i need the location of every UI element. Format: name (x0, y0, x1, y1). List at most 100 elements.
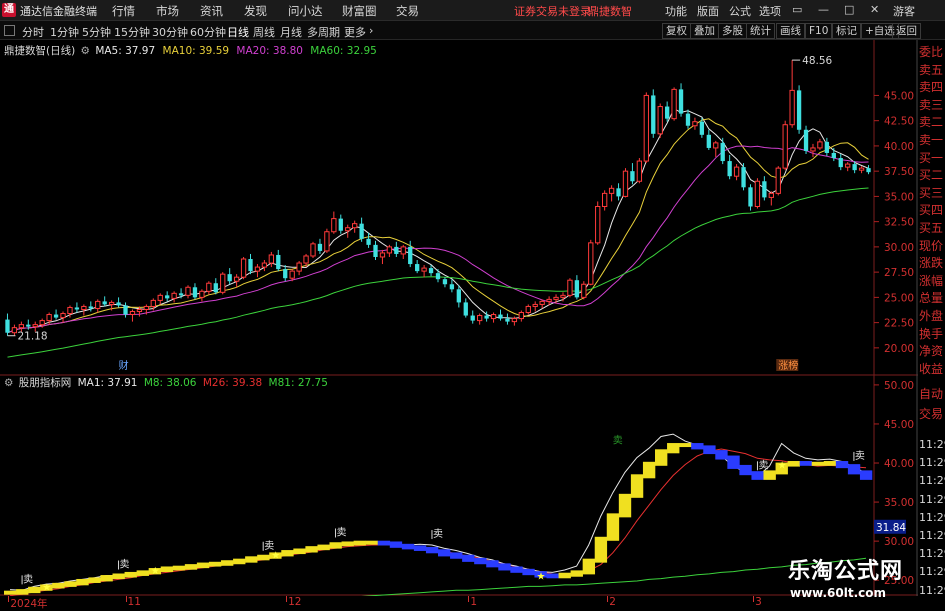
sell-signal[interactable]: 卖 (335, 526, 347, 538)
menu-item-gongshi[interactable]: 公式 (729, 3, 751, 19)
candle[interactable] (352, 220, 358, 233)
candle[interactable] (574, 275, 580, 300)
candle[interactable] (748, 184, 753, 211)
stock-chart[interactable]: 45.00 42.50 40.00 37.50 35.00 32.50 30.00 27.50… (0, 40, 918, 609)
candle[interactable] (331, 211, 337, 234)
sell-signal[interactable]: 卖 (431, 528, 443, 540)
multi-stock-button[interactable]: 多股 (718, 23, 747, 39)
candle[interactable] (240, 256, 247, 280)
sell-signal[interactable]: 卖 (118, 559, 130, 571)
candle[interactable] (199, 289, 205, 302)
back-button[interactable]: 返回 (892, 23, 921, 39)
candle[interactable] (254, 264, 261, 278)
candle[interactable] (53, 309, 59, 320)
candle[interactable] (171, 291, 177, 303)
tab-more[interactable]: 更多 (344, 24, 366, 40)
trade-login-warning[interactable]: 证券交易未登录 (514, 3, 591, 19)
menu-item-jiaoyi[interactable]: 交易 (396, 3, 419, 19)
candle[interactable] (123, 302, 128, 318)
candle[interactable] (95, 299, 101, 313)
candle[interactable] (220, 272, 226, 295)
tab-weekly[interactable]: 周线 (253, 24, 275, 40)
tab-1min[interactable]: 1分钟 (50, 24, 79, 40)
candle[interactable] (622, 168, 629, 198)
candle[interactable] (664, 101, 670, 122)
close-icon[interactable]: ✕ (870, 3, 879, 16)
toggle-icon[interactable] (4, 25, 15, 36)
candle[interactable] (185, 285, 191, 299)
chevron-right-icon[interactable]: › (369, 24, 373, 37)
candle[interactable] (359, 217, 364, 242)
candle[interactable] (505, 313, 510, 325)
candle[interactable] (157, 293, 163, 305)
candle[interactable] (136, 306, 143, 317)
candle[interactable] (588, 239, 594, 286)
settings-icon[interactable]: ⚙ (4, 377, 13, 389)
tab-30min[interactable]: 30分钟 (152, 24, 188, 40)
statistics-button[interactable]: 统计 (746, 23, 775, 39)
candle[interactable] (11, 324, 18, 336)
limit-up-marker[interactable]: 涨榜 (776, 359, 799, 372)
menu-item-shichang[interactable]: 市场 (156, 3, 179, 19)
candle[interactable] (60, 311, 66, 323)
candle[interactable] (394, 241, 399, 257)
candle[interactable] (233, 274, 240, 288)
candle[interactable] (366, 232, 371, 248)
candle[interactable] (442, 277, 448, 288)
mark-button[interactable]: 标记 (832, 23, 861, 39)
candle[interactable] (129, 309, 136, 322)
candle[interactable] (338, 214, 343, 234)
candle[interactable] (727, 155, 732, 180)
candle[interactable] (276, 249, 281, 272)
fuquan-button[interactable]: 复权 (662, 23, 691, 39)
candle[interactable] (754, 178, 761, 209)
candle[interactable] (845, 162, 851, 172)
tab-multi-period[interactable]: 多周期 (307, 24, 340, 40)
candle[interactable] (636, 158, 643, 184)
candle[interactable] (685, 109, 691, 129)
candle[interactable] (379, 249, 386, 265)
candle[interactable] (775, 166, 781, 196)
candle[interactable] (602, 190, 608, 211)
candle[interactable] (741, 163, 746, 191)
candle[interactable] (470, 310, 475, 324)
candle[interactable] (630, 163, 635, 185)
candle[interactable] (651, 89, 656, 138)
candle[interactable] (532, 301, 538, 312)
candle[interactable] (817, 138, 823, 150)
candle[interactable] (213, 278, 218, 295)
candle[interactable] (567, 278, 573, 298)
candle[interactable] (373, 240, 378, 261)
candle[interactable] (296, 261, 302, 276)
candle[interactable] (386, 244, 393, 257)
candle[interactable] (768, 191, 774, 206)
candle[interactable] (733, 164, 740, 181)
candle[interactable] (831, 147, 836, 162)
candle[interactable] (324, 228, 330, 253)
tab-fenshi[interactable]: 分时 (22, 24, 44, 40)
tab-monthly[interactable]: 月线 (280, 24, 302, 40)
candle[interactable] (490, 312, 497, 323)
tab-60min[interactable]: 60分钟 (190, 24, 226, 40)
candle[interactable] (435, 269, 441, 283)
candle[interactable] (463, 298, 468, 318)
candle[interactable] (400, 244, 406, 260)
candle[interactable] (671, 87, 677, 121)
menu-item-banmian[interactable]: 版面 (697, 3, 719, 19)
sell-signal[interactable]: 卖 (853, 450, 865, 462)
candle[interactable] (608, 185, 615, 202)
sell-signal[interactable]: 卖 (756, 459, 768, 471)
candle[interactable] (102, 296, 107, 307)
menu-item-faxian[interactable]: 发现 (244, 3, 267, 19)
tab-daily[interactable]: 日线 (227, 24, 249, 40)
menu-item-hangqing[interactable]: 行情 (112, 3, 135, 19)
menu-item-caifuquan[interactable]: 财富圈 (342, 3, 377, 19)
candle[interactable] (456, 285, 461, 308)
candle[interactable] (206, 281, 212, 295)
candle[interactable] (415, 260, 420, 274)
candle[interactable] (5, 313, 10, 336)
candle[interactable] (310, 241, 316, 258)
tab-5min[interactable]: 5分钟 (82, 24, 111, 40)
candle[interactable] (616, 183, 621, 201)
minimize-icon[interactable]: — (818, 3, 829, 16)
